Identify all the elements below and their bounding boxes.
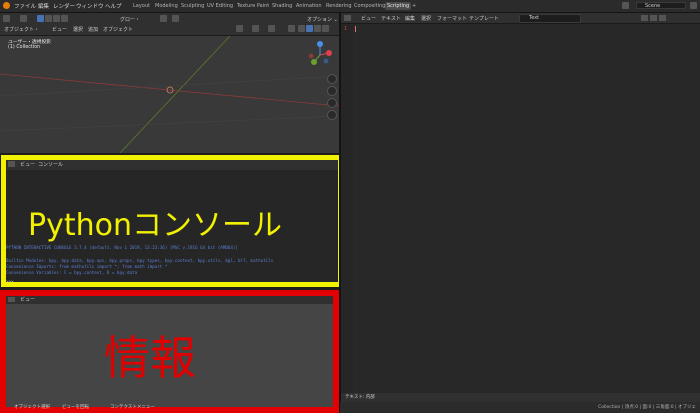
text-source-label: テキスト: 内部 <box>345 395 375 400</box>
text-datablock-name: Text <box>529 15 540 21</box>
viewport-menu-object[interactable]: オブジェクト <box>103 26 133 33</box>
line-numbers-toggle-icon[interactable] <box>641 15 648 21</box>
object-mode-dropdown[interactable]: オブジェクト・ <box>4 26 39 33</box>
text-editor-footer: テキスト: 内部 <box>341 393 700 402</box>
text-editor-type-icon[interactable] <box>344 15 351 21</box>
console-editor-type-icon[interactable] <box>8 161 15 167</box>
viewport-menu-select[interactable]: 選択 <box>73 26 83 33</box>
info-header: ビュー <box>6 296 333 304</box>
tab-shading[interactable]: Shading <box>270 2 294 10</box>
tab-rendering[interactable]: Rendering <box>324 2 354 10</box>
console-menu-view[interactable]: ビュー <box>20 161 35 168</box>
viewport-menu-add[interactable]: 追加 <box>88 26 98 33</box>
console-line: PYTHON INTERACTIVE CONSOLE 3.7.4 (defaul… <box>6 245 238 250</box>
viewport-menu-view[interactable]: ビュー <box>52 26 67 33</box>
line-number: 1 <box>344 26 348 32</box>
view-layer-icon[interactable] <box>690 2 697 9</box>
syntax-highlight-toggle-icon[interactable] <box>659 15 666 21</box>
info-menu-view[interactable]: ビュー <box>20 296 35 303</box>
console-line: Convenience Imports: from mathutils impo… <box>6 264 168 269</box>
scene-selector[interactable]: Scene <box>636 2 686 9</box>
select-subtract-icon[interactable] <box>53 15 60 22</box>
tab-uv-editing[interactable]: UV Editing <box>205 2 235 10</box>
tab-animation[interactable]: Animation <box>294 2 324 10</box>
zoom-icon[interactable] <box>327 74 337 84</box>
word-wrap-toggle-icon[interactable] <box>650 15 657 21</box>
console-line: Convenience Variables: C = bpy.context, … <box>6 270 138 275</box>
view-object-types-icon[interactable] <box>236 25 243 32</box>
hint-context-menu: コンテクストメニュー <box>110 405 155 410</box>
scene-name: Scene <box>645 3 661 9</box>
console-menu-console[interactable]: コンソール <box>38 161 63 168</box>
console-header: ビュー コンソール <box>6 160 338 170</box>
shading-material-icon[interactable] <box>314 25 321 32</box>
shading-rendered-icon[interactable] <box>322 25 329 32</box>
select-invert-icon[interactable] <box>61 15 68 22</box>
text-menu-select[interactable]: 選択 <box>421 15 431 22</box>
editor-type-icon[interactable] <box>3 15 10 22</box>
text-datablock-field[interactable]: Text <box>519 14 581 23</box>
menu-edit[interactable]: 編集 <box>38 2 49 10</box>
viewport-header: グロー・ オプション ⌄ オブジェクト・ ビュー 選択 追加 オブジェクト <box>0 13 339 36</box>
tab-modeling[interactable]: Modeling <box>153 2 180 10</box>
info-editor-type-icon[interactable] <box>8 297 15 302</box>
pan-hand-icon[interactable] <box>327 86 337 96</box>
hint-rotate: ビューを回転 <box>62 405 89 410</box>
hint-select: オブジェクト選択 <box>14 405 50 410</box>
line-number-gutter: 1 <box>341 24 353 393</box>
tab-layout[interactable]: Layout <box>131 2 152 10</box>
text-menu-templates[interactable]: テンプレート <box>469 15 499 22</box>
perspective-toggle-icon[interactable] <box>327 110 337 120</box>
text-cursor <box>355 26 356 32</box>
text-menu-format[interactable]: フォーマット <box>437 15 467 22</box>
console-overlay-label: Pythonコンソール <box>28 208 282 243</box>
snap-icon[interactable] <box>160 15 167 22</box>
overlay-icon[interactable] <box>268 25 275 32</box>
info-editor[interactable]: ビュー 情報 <box>0 290 339 413</box>
scene-icon[interactable] <box>622 2 629 9</box>
console-line: Builtin Modules: bpy, bpy.data, bpy.ops,… <box>6 258 274 263</box>
navigation-gizmo-icon[interactable] <box>305 40 335 70</box>
shading-wireframe-icon[interactable] <box>298 25 305 32</box>
status-bar: Collection | 頂点:0 | 面:0 | 三角面:0 | オブジェ <box>340 402 700 413</box>
tab-sculpting[interactable]: Sculpting <box>179 2 206 10</box>
add-workspace-button[interactable]: + <box>410 2 418 10</box>
options-dropdown[interactable]: オプション ⌄ <box>307 16 338 23</box>
text-menu-view[interactable]: ビュー <box>361 15 376 22</box>
text-menu-edit[interactable]: 編集 <box>405 15 415 22</box>
info-overlay-label: 情報 <box>104 331 196 385</box>
menu-render[interactable]: レンダー <box>53 2 75 10</box>
viewport-grid <box>0 36 339 153</box>
transform-orientation-dropdown[interactable]: グロー・ <box>120 16 140 23</box>
xray-icon[interactable] <box>288 25 295 32</box>
tab-scripting[interactable]: Scripting <box>385 2 412 10</box>
proportional-edit-icon[interactable] <box>172 15 179 22</box>
menu-window[interactable]: ウィンドウ <box>76 2 104 10</box>
blender-logo-icon[interactable] <box>3 2 10 9</box>
select-extend-icon[interactable] <box>45 15 52 22</box>
tab-texture-paint[interactable]: Texture Paint <box>235 2 271 10</box>
python-console[interactable]: ビュー コンソール Pythonコンソール PYTHON INTERACTIVE… <box>1 155 343 287</box>
text-editor[interactable]: 1 <box>341 24 700 393</box>
select-tool-icon[interactable] <box>20 15 27 22</box>
shading-solid-icon[interactable] <box>306 25 313 32</box>
select-box-icon[interactable] <box>37 15 44 22</box>
status-hints: オブジェクト選択 ビューを回転 コンテクストメニュー <box>6 404 336 411</box>
tab-compositing[interactable]: Compositing <box>352 2 387 10</box>
console-prompt[interactable]: >>> <box>6 279 14 282</box>
scene-statistics: Collection | 頂点:0 | 面:0 | 三角面:0 | オブジェ <box>598 405 696 410</box>
menu-help[interactable]: ヘルプ <box>105 2 122 10</box>
text-editor-header: ビュー テキスト 編集 選択 フォーマット テンプレート Text <box>341 13 700 24</box>
text-menu-text[interactable]: テキスト <box>381 15 401 22</box>
menu-file[interactable]: ファイル <box>14 2 36 10</box>
camera-view-icon[interactable] <box>327 98 337 108</box>
3d-viewport[interactable]: ユーザー・透視投影 (1) Collection <box>0 36 339 153</box>
top-bar: ファイル 編集 レンダー ウィンドウ ヘルプ Layout Modeling S… <box>0 0 700 13</box>
gizmo-icon[interactable] <box>252 25 259 32</box>
